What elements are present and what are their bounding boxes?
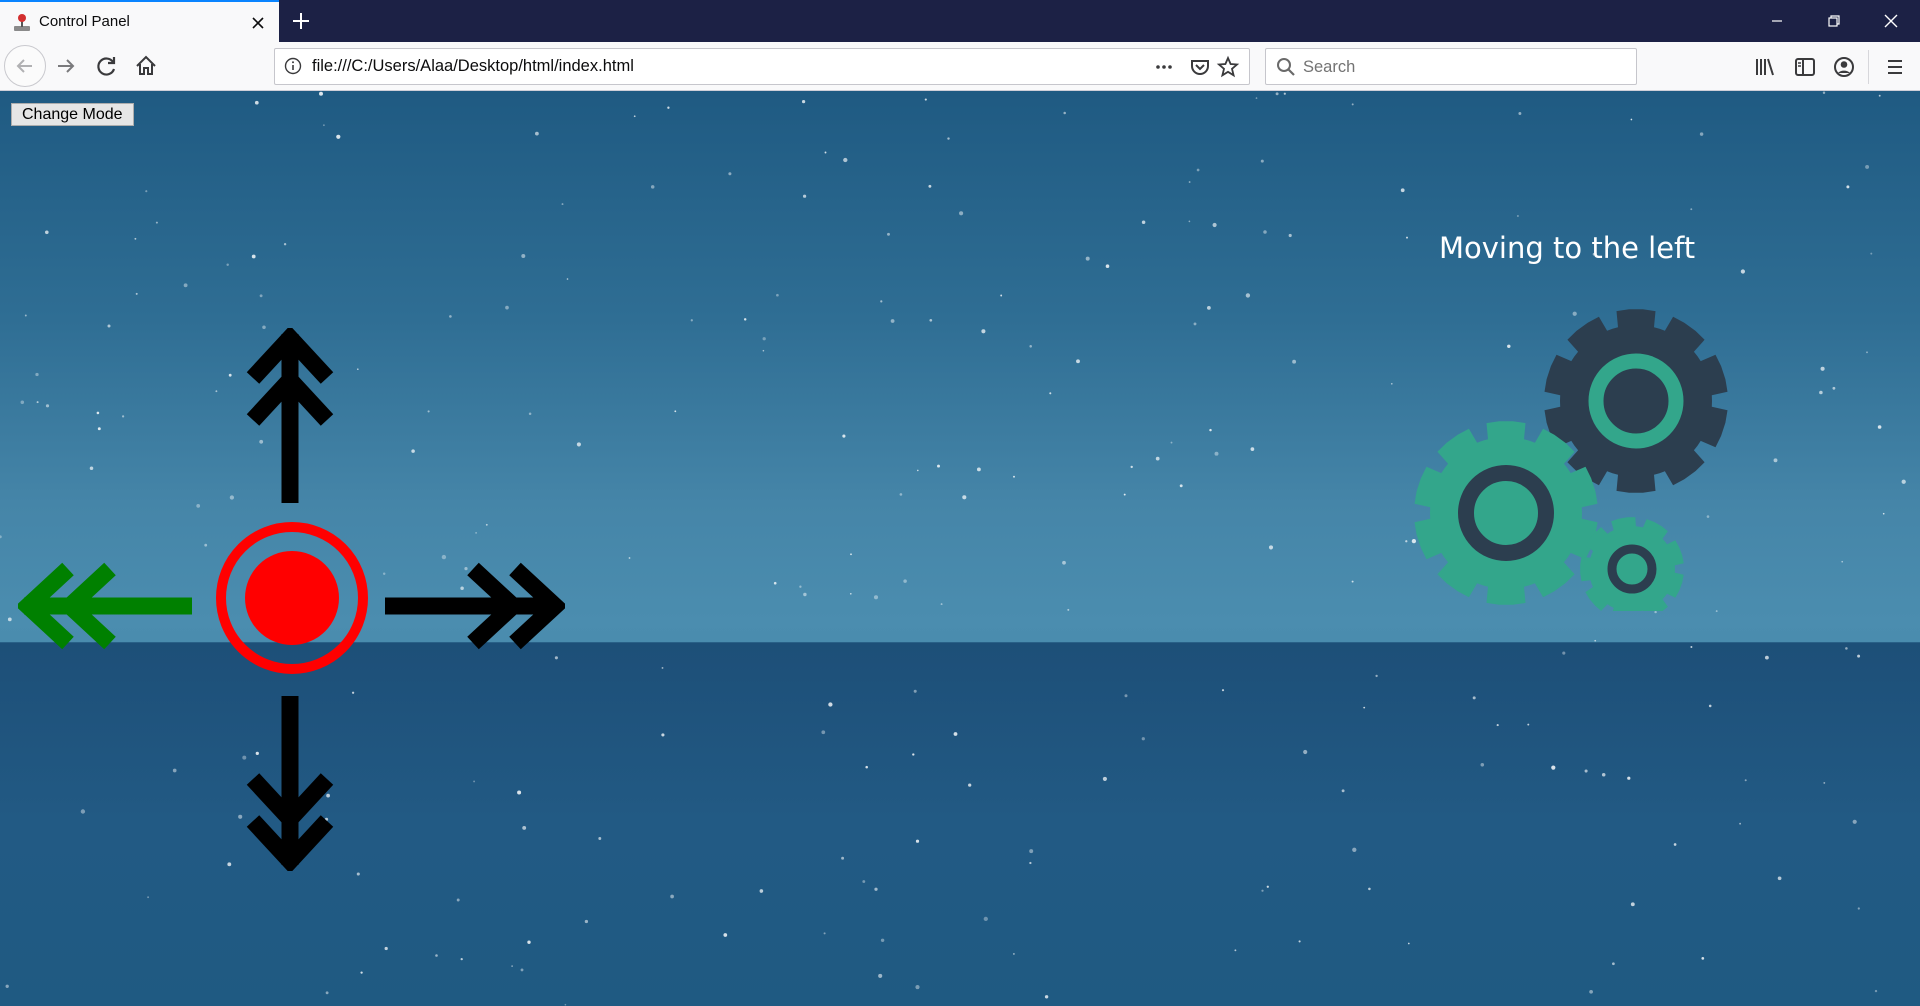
search-bar[interactable]: Search xyxy=(1265,48,1637,85)
sidebar-icon[interactable] xyxy=(1792,54,1818,80)
home-icon[interactable] xyxy=(132,52,160,80)
more-icon[interactable] xyxy=(1152,55,1176,79)
stop-button[interactable] xyxy=(212,518,372,678)
tab-title: Control Panel xyxy=(39,13,130,30)
forward-arrow-icon[interactable] xyxy=(52,52,80,80)
left-arrow[interactable] xyxy=(18,561,198,651)
down-arrow[interactable] xyxy=(245,691,335,871)
library-icon[interactable] xyxy=(1752,54,1778,80)
close-tab-icon[interactable] xyxy=(249,14,267,32)
reload-icon[interactable] xyxy=(93,52,121,80)
info-icon[interactable] xyxy=(283,56,303,76)
page-viewport: Change Mode Moving to the left xyxy=(0,91,1920,1006)
account-icon[interactable] xyxy=(1831,54,1857,80)
navigation-toolbar: file:///C:/Users/Alaa/Desktop/html/index… xyxy=(0,42,1920,91)
menu-icon[interactable] xyxy=(1882,54,1908,80)
tab-control-panel[interactable]: Control Panel xyxy=(0,0,279,42)
back-button[interactable] xyxy=(4,45,46,87)
url-text[interactable]: file:///C:/Users/Alaa/Desktop/html/index… xyxy=(312,57,634,76)
address-bar[interactable]: file:///C:/Users/Alaa/Desktop/html/index… xyxy=(274,48,1250,85)
bookmark-star-icon[interactable] xyxy=(1216,55,1240,79)
gear-icon xyxy=(1414,421,1598,605)
gear-icon xyxy=(1544,309,1728,493)
plus-icon[interactable] xyxy=(289,9,313,33)
pocket-icon[interactable] xyxy=(1188,55,1212,79)
change-mode-button[interactable]: Change Mode xyxy=(11,103,134,126)
close-icon[interactable] xyxy=(1879,9,1903,33)
joystick-icon xyxy=(14,14,30,31)
movement-status-text: Moving to the left xyxy=(1439,231,1696,265)
search-placeholder: Search xyxy=(1303,58,1356,76)
restore-icon[interactable] xyxy=(1822,9,1846,33)
search-icon xyxy=(1277,58,1295,76)
tab-strip: Control Panel xyxy=(0,0,1920,42)
back-arrow-icon xyxy=(16,59,32,73)
up-arrow[interactable] xyxy=(245,328,335,508)
minimize-icon[interactable] xyxy=(1765,9,1789,33)
gears-illustration xyxy=(1414,309,1728,611)
toolbar-separator xyxy=(1868,50,1869,84)
right-arrow[interactable] xyxy=(385,561,565,651)
